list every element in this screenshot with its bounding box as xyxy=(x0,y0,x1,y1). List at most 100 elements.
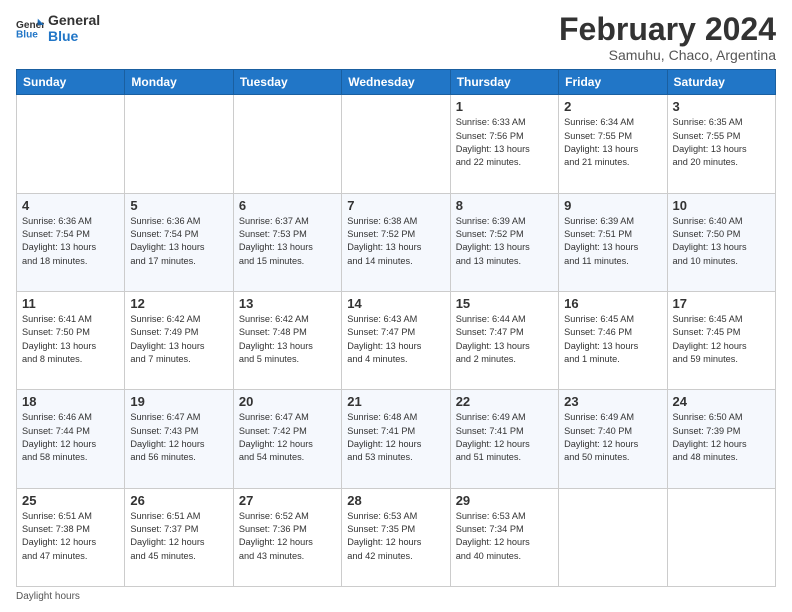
day-number: 10 xyxy=(673,198,770,213)
calendar-week-1: 1 Sunrise: 6:33 AM Sunset: 7:56 PM Daylig… xyxy=(17,95,776,193)
day-number: 15 xyxy=(456,296,553,311)
day-number: 17 xyxy=(673,296,770,311)
day-info: Sunrise: 6:43 AM Sunset: 7:47 PM Dayligh… xyxy=(347,313,444,366)
calendar-cell: 15 Sunrise: 6:44 AM Sunset: 7:47 PM Dayli… xyxy=(450,291,558,389)
logo-icon: General Blue xyxy=(16,17,44,39)
day-number: 19 xyxy=(130,394,227,409)
day-info: Sunrise: 6:44 AM Sunset: 7:47 PM Dayligh… xyxy=(456,313,553,366)
calendar-cell: 14 Sunrise: 6:43 AM Sunset: 7:47 PM Dayli… xyxy=(342,291,450,389)
day-info: Sunrise: 6:49 AM Sunset: 7:41 PM Dayligh… xyxy=(456,411,553,464)
calendar-header: SundayMondayTuesdayWednesdayThursdayFrid… xyxy=(17,70,776,95)
calendar-cell: 19 Sunrise: 6:47 AM Sunset: 7:43 PM Dayli… xyxy=(125,390,233,488)
calendar-week-2: 4 Sunrise: 6:36 AM Sunset: 7:54 PM Daylig… xyxy=(17,193,776,291)
day-number: 14 xyxy=(347,296,444,311)
day-info: Sunrise: 6:40 AM Sunset: 7:50 PM Dayligh… xyxy=(673,215,770,268)
day-info: Sunrise: 6:36 AM Sunset: 7:54 PM Dayligh… xyxy=(130,215,227,268)
day-number: 29 xyxy=(456,493,553,508)
day-info: Sunrise: 6:45 AM Sunset: 7:45 PM Dayligh… xyxy=(673,313,770,366)
day-number: 1 xyxy=(456,99,553,114)
title-block: February 2024 Samuhu, Chaco, Argentina xyxy=(559,12,776,63)
calendar-cell: 16 Sunrise: 6:45 AM Sunset: 7:46 PM Dayli… xyxy=(559,291,667,389)
calendar-cell: 8Sunrise: 6:39 AM Sunset: 7:52 PM Daylig… xyxy=(450,193,558,291)
day-number: 5 xyxy=(130,198,227,213)
day-number: 16 xyxy=(564,296,661,311)
day-info: Sunrise: 6:47 AM Sunset: 7:42 PM Dayligh… xyxy=(239,411,336,464)
logo-text-blue: Blue xyxy=(48,28,100,44)
calendar-cell: 23 Sunrise: 6:49 AM Sunset: 7:40 PM Dayli… xyxy=(559,390,667,488)
day-info: Sunrise: 6:45 AM Sunset: 7:46 PM Dayligh… xyxy=(564,313,661,366)
day-number: 22 xyxy=(456,394,553,409)
day-number: 6 xyxy=(239,198,336,213)
day-info: Sunrise: 6:41 AM Sunset: 7:50 PM Dayligh… xyxy=(22,313,119,366)
calendar-week-4: 18 Sunrise: 6:46 AM Sunset: 7:44 PM Dayli… xyxy=(17,390,776,488)
day-number: 4 xyxy=(22,198,119,213)
day-info: Sunrise: 6:49 AM Sunset: 7:40 PM Dayligh… xyxy=(564,411,661,464)
day-info: Sunrise: 6:39 AM Sunset: 7:51 PM Dayligh… xyxy=(564,215,661,268)
day-info: Sunrise: 6:47 AM Sunset: 7:43 PM Dayligh… xyxy=(130,411,227,464)
month-title: February 2024 xyxy=(559,12,776,47)
header-cell-wednesday: Wednesday xyxy=(342,70,450,95)
calendar-cell xyxy=(667,488,775,586)
header-cell-tuesday: Tuesday xyxy=(233,70,341,95)
calendar-cell: 22 Sunrise: 6:49 AM Sunset: 7:41 PM Dayli… xyxy=(450,390,558,488)
calendar-cell: 2 Sunrise: 6:34 AM Sunset: 7:55 PM Daylig… xyxy=(559,95,667,193)
footer-note: Daylight hours xyxy=(16,591,776,602)
calendar-week-5: 25 Sunrise: 6:51 AM Sunset: 7:38 PM Dayli… xyxy=(17,488,776,586)
day-info: Sunrise: 6:46 AM Sunset: 7:44 PM Dayligh… xyxy=(22,411,119,464)
day-number: 23 xyxy=(564,394,661,409)
header-cell-sunday: Sunday xyxy=(17,70,125,95)
logo-text-general: General xyxy=(48,12,100,28)
day-number: 3 xyxy=(673,99,770,114)
calendar-cell: 20 Sunrise: 6:47 AM Sunset: 7:42 PM Dayli… xyxy=(233,390,341,488)
calendar-cell: 21Sunrise: 6:48 AM Sunset: 7:41 PM Dayli… xyxy=(342,390,450,488)
calendar-cell: 7Sunrise: 6:38 AM Sunset: 7:52 PM Daylig… xyxy=(342,193,450,291)
day-info: Sunrise: 6:35 AM Sunset: 7:55 PM Dayligh… xyxy=(673,116,770,169)
calendar-cell: 6 Sunrise: 6:37 AM Sunset: 7:53 PM Daylig… xyxy=(233,193,341,291)
calendar-cell xyxy=(233,95,341,193)
day-number: 2 xyxy=(564,99,661,114)
calendar-cell: 29 Sunrise: 6:53 AM Sunset: 7:34 PM Dayli… xyxy=(450,488,558,586)
calendar-cell: 4Sunrise: 6:36 AM Sunset: 7:54 PM Daylig… xyxy=(17,193,125,291)
calendar-cell: 5 Sunrise: 6:36 AM Sunset: 7:54 PM Daylig… xyxy=(125,193,233,291)
calendar-cell: 10 Sunrise: 6:40 AM Sunset: 7:50 PM Dayli… xyxy=(667,193,775,291)
header-cell-thursday: Thursday xyxy=(450,70,558,95)
day-number: 25 xyxy=(22,493,119,508)
day-number: 13 xyxy=(239,296,336,311)
day-info: Sunrise: 6:50 AM Sunset: 7:39 PM Dayligh… xyxy=(673,411,770,464)
day-info: Sunrise: 6:53 AM Sunset: 7:34 PM Dayligh… xyxy=(456,510,553,563)
calendar-cell: 13Sunrise: 6:42 AM Sunset: 7:48 PM Dayli… xyxy=(233,291,341,389)
calendar-cell: 18 Sunrise: 6:46 AM Sunset: 7:44 PM Dayli… xyxy=(17,390,125,488)
calendar-cell xyxy=(17,95,125,193)
day-number: 27 xyxy=(239,493,336,508)
header-cell-saturday: Saturday xyxy=(667,70,775,95)
calendar-cell: 1 Sunrise: 6:33 AM Sunset: 7:56 PM Daylig… xyxy=(450,95,558,193)
day-number: 7 xyxy=(347,198,444,213)
header-cell-friday: Friday xyxy=(559,70,667,95)
day-info: Sunrise: 6:33 AM Sunset: 7:56 PM Dayligh… xyxy=(456,116,553,169)
calendar-cell: 24 Sunrise: 6:50 AM Sunset: 7:39 PM Dayli… xyxy=(667,390,775,488)
day-info: Sunrise: 6:42 AM Sunset: 7:49 PM Dayligh… xyxy=(130,313,227,366)
day-info: Sunrise: 6:37 AM Sunset: 7:53 PM Dayligh… xyxy=(239,215,336,268)
day-info: Sunrise: 6:34 AM Sunset: 7:55 PM Dayligh… xyxy=(564,116,661,169)
calendar-cell: 28Sunrise: 6:53 AM Sunset: 7:35 PM Dayli… xyxy=(342,488,450,586)
calendar-week-3: 11 Sunrise: 6:41 AM Sunset: 7:50 PM Dayli… xyxy=(17,291,776,389)
day-number: 26 xyxy=(130,493,227,508)
day-number: 28 xyxy=(347,493,444,508)
day-info: Sunrise: 6:48 AM Sunset: 7:41 PM Dayligh… xyxy=(347,411,444,464)
calendar-cell: 25 Sunrise: 6:51 AM Sunset: 7:38 PM Dayli… xyxy=(17,488,125,586)
day-number: 20 xyxy=(239,394,336,409)
day-number: 18 xyxy=(22,394,119,409)
calendar-cell: 12Sunrise: 6:42 AM Sunset: 7:49 PM Dayli… xyxy=(125,291,233,389)
calendar-cell: 27 Sunrise: 6:52 AM Sunset: 7:36 PM Dayli… xyxy=(233,488,341,586)
day-info: Sunrise: 6:52 AM Sunset: 7:36 PM Dayligh… xyxy=(239,510,336,563)
svg-text:Blue: Blue xyxy=(16,29,38,39)
day-number: 11 xyxy=(22,296,119,311)
day-number: 8 xyxy=(456,198,553,213)
header-row: SundayMondayTuesdayWednesdayThursdayFrid… xyxy=(17,70,776,95)
day-info: Sunrise: 6:51 AM Sunset: 7:37 PM Dayligh… xyxy=(130,510,227,563)
day-number: 24 xyxy=(673,394,770,409)
calendar-cell xyxy=(125,95,233,193)
calendar-cell: 9Sunrise: 6:39 AM Sunset: 7:51 PM Daylig… xyxy=(559,193,667,291)
calendar-cell xyxy=(342,95,450,193)
day-info: Sunrise: 6:51 AM Sunset: 7:38 PM Dayligh… xyxy=(22,510,119,563)
